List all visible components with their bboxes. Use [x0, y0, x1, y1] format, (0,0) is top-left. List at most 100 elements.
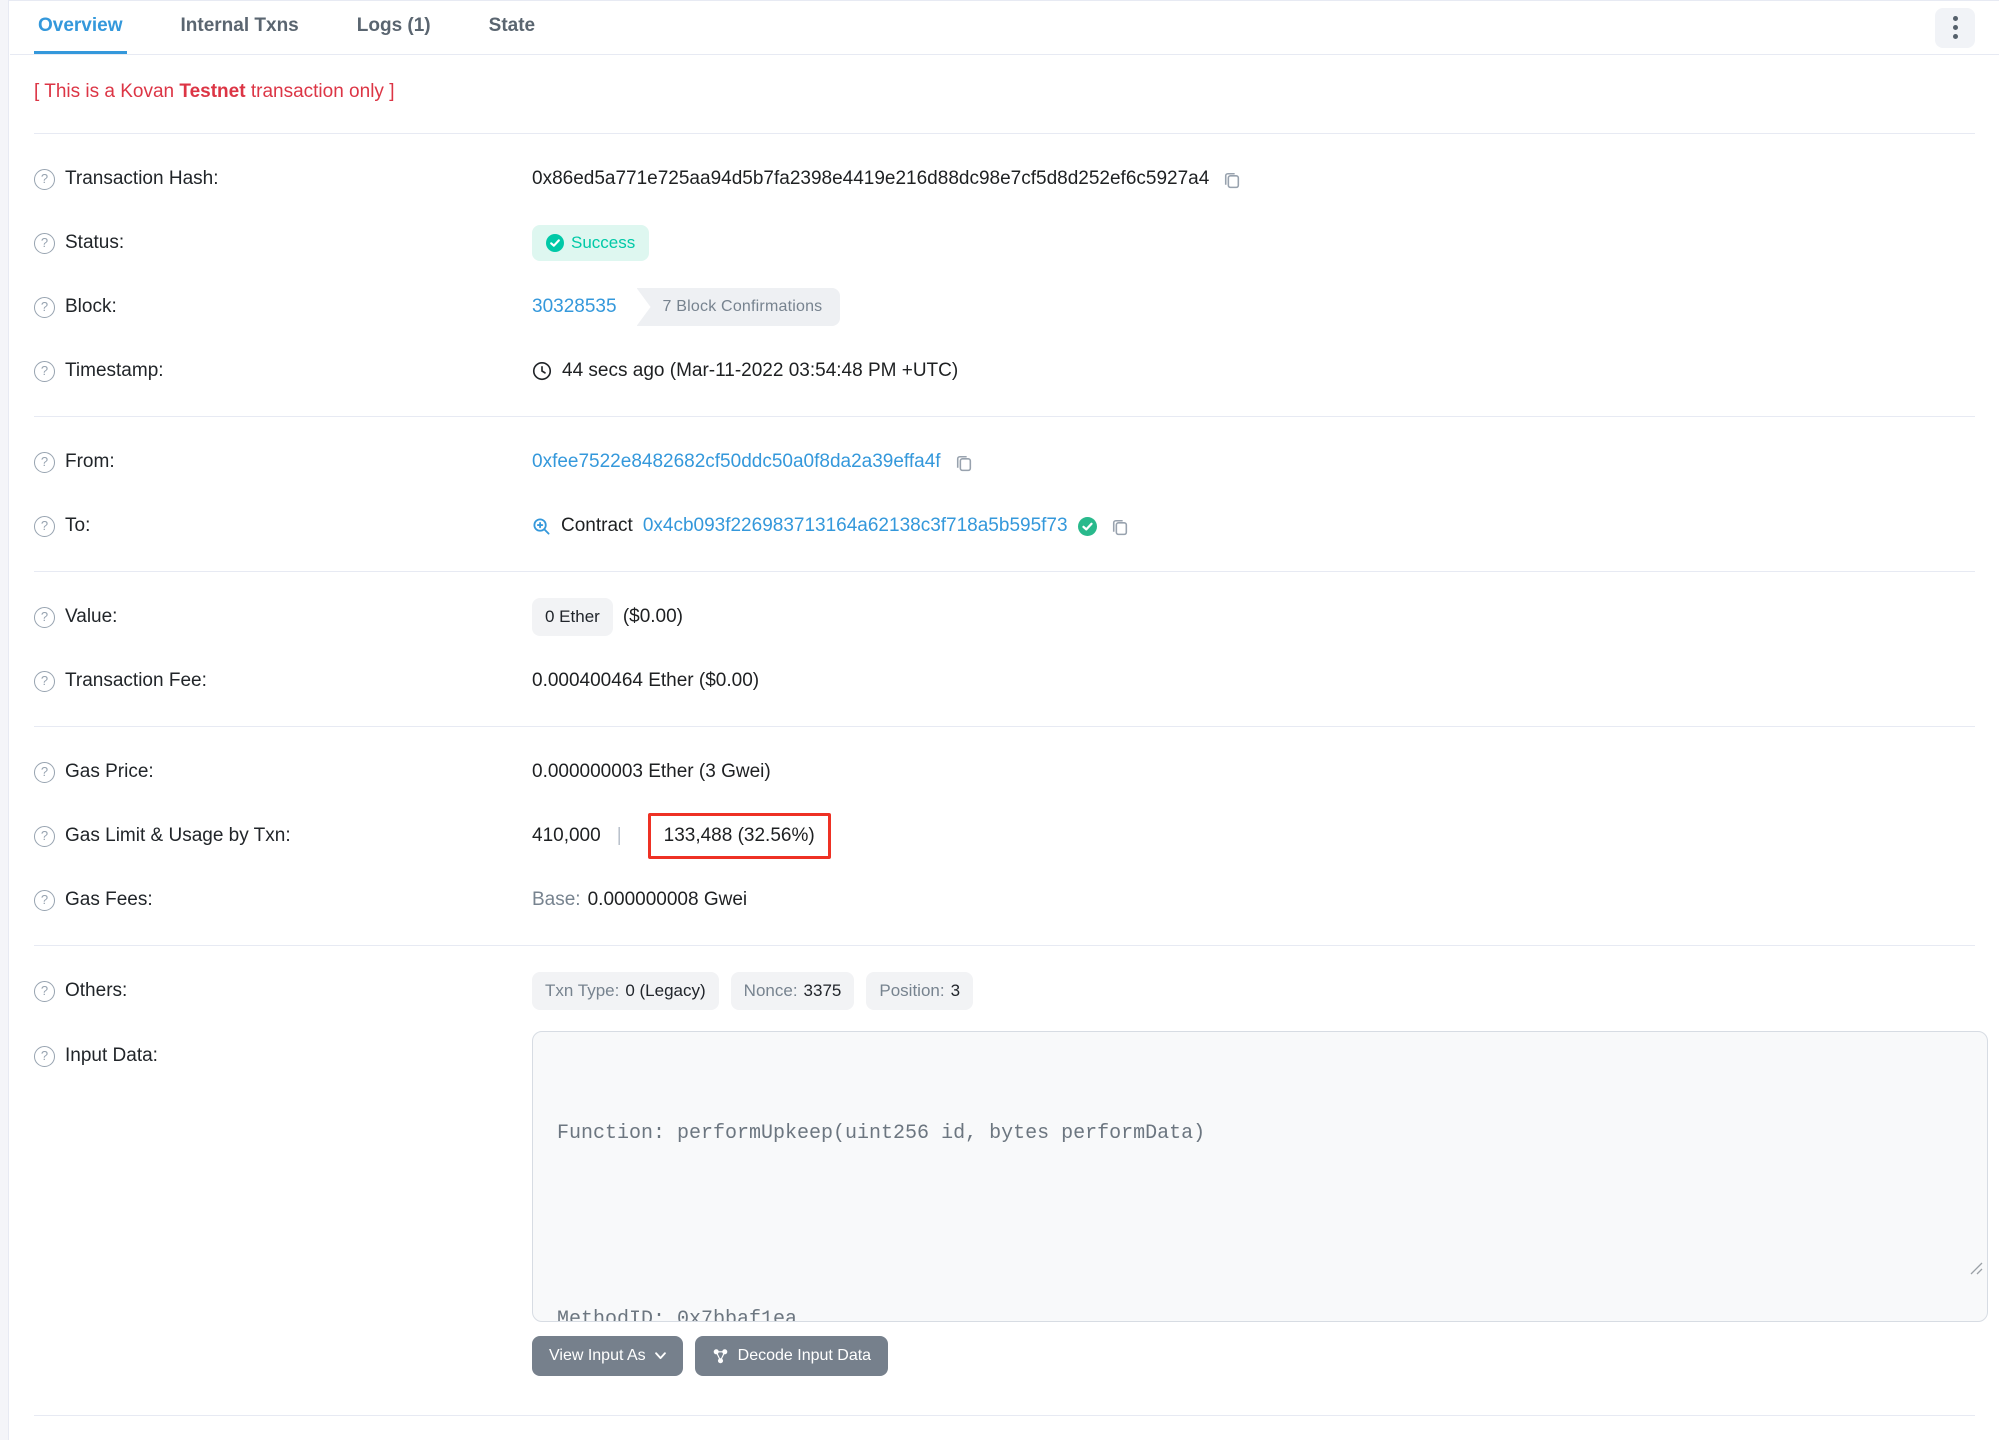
row-input-data: ? Input Data: Function: performUpkeep(ui…	[10, 1031, 1999, 1322]
transaction-hash-value: 0x86ed5a771e725aa94d5b7fa2398e4419e216d8…	[532, 168, 1210, 189]
value-label: Value:	[65, 606, 118, 627]
help-icon[interactable]: ?	[34, 515, 55, 537]
help-icon[interactable]: ?	[34, 980, 55, 1002]
transaction-fee-label: Transaction Fee:	[65, 670, 207, 691]
help-icon[interactable]: ?	[34, 670, 55, 692]
value-usd: ($0.00)	[622, 606, 684, 627]
decode-icon	[713, 1348, 727, 1363]
others-label: Others:	[65, 980, 128, 1001]
input-data-actions: View Input As Decode Input Data	[10, 1336, 1999, 1376]
transaction-fee-value: 0.000400464 Ether ($0.00)	[532, 670, 760, 691]
more-options-button[interactable]	[1935, 7, 1975, 48]
check-circle-icon	[546, 234, 564, 252]
clock-icon	[532, 361, 552, 381]
copy-from-address-button[interactable]	[951, 450, 976, 475]
copy-to-address-button[interactable]	[1107, 514, 1132, 539]
block-label: Block:	[65, 296, 117, 317]
gas-price-value: 0.000000003 Ether (3 Gwei)	[532, 761, 771, 782]
row-to: ? To: Contract 0x4cb093f226983713164a621…	[10, 494, 1999, 558]
gas-price-label: Gas Price:	[65, 761, 154, 782]
view-input-as-button[interactable]: View Input As	[532, 1336, 683, 1376]
copy-transaction-hash-button[interactable]	[1219, 167, 1244, 192]
row-from: ? From: 0xfee7522e8482682cf50ddc50a0f8da…	[10, 430, 1999, 494]
decode-input-data-label: Decode Input Data	[737, 1347, 872, 1364]
tab-overview[interactable]: Overview	[34, 1, 127, 54]
warning-text-prefix: [ This is a Kovan	[34, 81, 180, 102]
gas-usage-value: 133,488 (32.56%)	[663, 825, 815, 846]
nonce-value: 3375	[803, 981, 842, 1000]
from-label: From:	[65, 451, 115, 472]
help-icon[interactable]: ?	[34, 360, 55, 382]
row-transaction-fee: ? Transaction Fee: 0.000400464 Ether ($0…	[10, 649, 1999, 713]
bottom-whitespace	[10, 1416, 1999, 1440]
timestamp-label: Timestamp:	[65, 360, 164, 381]
timestamp-value: 44 secs ago (Mar-11-2022 03:54:48 PM +UT…	[562, 360, 959, 381]
tab-internal-txns[interactable]: Internal Txns	[177, 1, 303, 54]
help-icon[interactable]: ?	[34, 232, 55, 254]
help-icon[interactable]: ?	[34, 168, 55, 190]
txn-type-key: Txn Type:	[545, 981, 620, 1000]
gas-limit-separator: |	[616, 825, 622, 846]
section-others-input: ? Others: Txn Type: 0 (Legacy) Nonce: 33…	[10, 946, 1999, 1415]
gas-fees-base-value: 0.000000008 Gwei	[587, 889, 748, 910]
transaction-detail-page: Overview Internal Txns Logs (1) State [ …	[10, 1, 1999, 1440]
warning-text-bold: Testnet	[179, 81, 246, 102]
position-badge: Position: 3	[866, 972, 974, 1010]
row-timestamp: ? Timestamp: 44 secs ago (Mar-11-2022 03…	[10, 339, 1999, 403]
gas-fees-base-label: Base:	[532, 889, 581, 910]
kebab-menu-icon	[1952, 16, 1958, 39]
help-icon[interactable]: ?	[34, 761, 55, 783]
copy-icon	[1225, 172, 1240, 188]
zoom-in-icon[interactable]	[532, 517, 551, 536]
row-value: ? Value: 0 Ether ($0.00)	[10, 585, 1999, 649]
testnet-warning: [ This is a Kovan Testnet transaction on…	[10, 55, 1999, 133]
gas-limit-label: Gas Limit & Usage by Txn:	[65, 825, 291, 846]
input-data-label: Input Data:	[65, 1045, 158, 1066]
gas-usage-highlight-box: 133,488 (32.56%)	[647, 813, 831, 859]
input-function-line: Function: performUpkeep(uint256 id, byte…	[557, 1122, 1206, 1145]
row-others: ? Others: Txn Type: 0 (Legacy) Nonce: 33…	[10, 959, 1999, 1023]
value-amount-badge: 0 Ether	[532, 598, 613, 636]
gas-limit-value: 410,000	[532, 825, 601, 846]
transaction-hash-label: Transaction Hash:	[65, 168, 219, 189]
section-overview-top: ? Transaction Hash: 0x86ed5a771e725aa94d…	[10, 134, 1999, 416]
txn-type-value: 0 (Legacy)	[625, 981, 706, 1000]
help-icon[interactable]: ?	[34, 296, 55, 318]
row-transaction-hash: ? Transaction Hash: 0x86ed5a771e725aa94d…	[10, 147, 1999, 211]
tab-state[interactable]: State	[485, 1, 539, 54]
gas-fees-label: Gas Fees:	[65, 889, 153, 910]
copy-icon	[1112, 519, 1127, 535]
page-left-gutter	[0, 0, 9, 1440]
nonce-badge: Nonce: 3375	[730, 972, 855, 1010]
help-icon[interactable]: ?	[34, 889, 55, 911]
block-number-link[interactable]: 30328535	[532, 296, 617, 318]
from-address-link[interactable]: 0xfee7522e8482682cf50ddc50a0f8da2a39effa…	[532, 451, 941, 473]
status-value: Success	[571, 233, 636, 252]
help-icon[interactable]: ?	[34, 451, 55, 473]
help-icon[interactable]: ?	[34, 825, 55, 847]
input-data-textarea[interactable]: Function: performUpkeep(uint256 id, byte…	[532, 1031, 1988, 1322]
input-blank-line	[557, 1211, 1963, 1242]
textarea-resize-handle[interactable]	[1826, 1224, 1983, 1317]
verified-check-icon	[1077, 516, 1097, 536]
section-addresses: ? From: 0xfee7522e8482682cf50ddc50a0f8da…	[10, 417, 1999, 571]
input-methodid-line: MethodID: 0x7bbaf1ea	[557, 1308, 798, 1322]
status-badge: Success	[532, 225, 650, 261]
section-value: ? Value: 0 Ether ($0.00) ? Transaction F…	[10, 572, 1999, 726]
decode-input-data-button[interactable]: Decode Input Data	[694, 1336, 889, 1376]
position-key: Position:	[879, 981, 945, 1000]
help-icon[interactable]: ?	[34, 606, 55, 628]
resize-grip-icon	[1970, 1262, 1983, 1275]
tab-logs[interactable]: Logs (1)	[353, 1, 435, 54]
position-value: 3	[950, 981, 961, 1000]
copy-icon	[956, 455, 971, 471]
row-gas-limit-usage: ? Gas Limit & Usage by Txn: 410,000 | 13…	[10, 804, 1999, 868]
chevron-down-icon	[654, 1352, 666, 1360]
row-gas-fees: ? Gas Fees: Base: 0.000000008 Gwei	[10, 868, 1999, 932]
view-input-as-label: View Input As	[549, 1347, 646, 1364]
help-icon[interactable]: ?	[34, 1045, 55, 1067]
warning-text-suffix: transaction only ]	[245, 81, 395, 102]
tab-bar: Overview Internal Txns Logs (1) State	[10, 1, 1999, 55]
to-address-link[interactable]: 0x4cb093f226983713164a62138c3f718a5b595f…	[643, 515, 1068, 537]
row-gas-price: ? Gas Price: 0.000000003 Ether (3 Gwei)	[10, 740, 1999, 804]
